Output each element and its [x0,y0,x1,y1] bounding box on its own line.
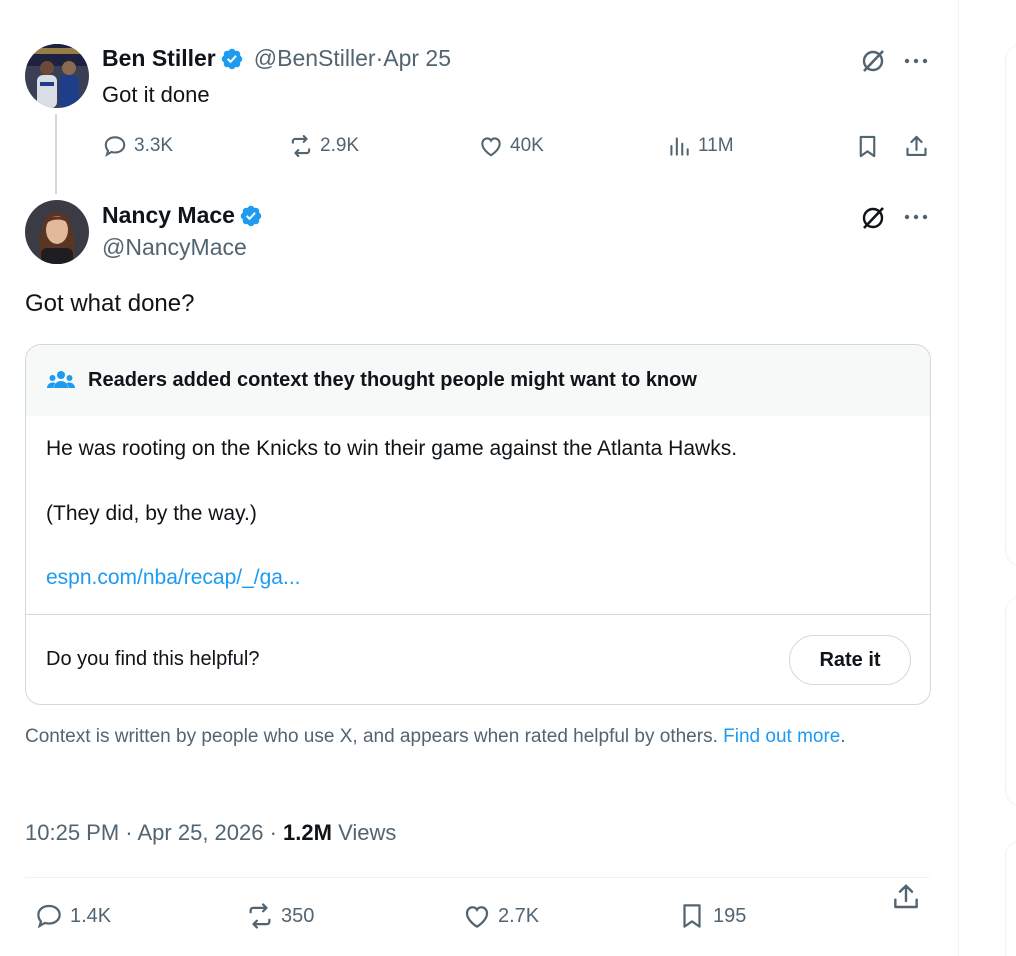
like-count: 2.7K [498,904,540,927]
main-author-row: Nancy Mace [102,202,263,229]
sidebar-card [1005,840,1016,956]
parent-repost-button[interactable]: 2.9K [288,133,359,159]
helpful-question: Do you find this helpful? [46,648,260,670]
tweet-views-count: 1.2M [283,820,332,845]
right-sidebar [959,0,1016,956]
analytics-icon [670,137,689,156]
repost-count: 350 [281,904,315,927]
parent-author-name[interactable]: Ben Stiller [102,45,216,72]
parent-reply-count: 3.3K [134,135,174,156]
heart-icon [465,906,489,928]
reply-button[interactable]: 1.4K [34,901,111,931]
bookmark-button[interactable]: 195 [677,901,746,931]
parent-separator: · [375,45,384,71]
bookmark-icon [683,904,701,928]
like-button[interactable]: 2.7K [462,901,539,931]
sidebar-card [1005,596,1016,806]
context-disclaimer: Context is written by people who use X, … [25,724,915,750]
repost-icon [291,135,311,157]
verified-badge-icon [240,205,262,226]
share-icon[interactable] [890,881,922,913]
bookmark-icon[interactable] [854,133,881,160]
tweet-timestamp[interactable]: 10:25 PM · Apr 25, 2026 · [25,820,283,845]
parent-like-button[interactable]: 40K [478,133,544,159]
more-options-icon[interactable] [901,46,931,76]
grok-icon[interactable] [858,203,888,233]
parent-like-count: 40K [510,135,544,156]
sidebar-card [1005,44,1016,566]
disclaimer-period: . [840,726,846,747]
tweet-meta: 10:25 PM · Apr 25, 2026 · 1.2M Views [25,820,396,846]
parent-date[interactable]: Apr 25 [383,45,451,72]
nancy-mace-avatar[interactable] [25,200,89,264]
parent-views-button[interactable]: 11M [666,133,734,159]
parent-repost-count: 2.9K [320,135,360,156]
bookmark-count: 195 [713,904,747,927]
community-note-title: Readers added context they thought peopl… [88,369,697,391]
main-author-name[interactable]: Nancy Mace [102,202,235,229]
more-options-icon[interactable] [901,202,931,232]
parent-author-handle[interactable]: @BenStiller [254,45,376,72]
parent-author-row: Ben Stiller @BenStiller · Apr 25 [102,45,451,72]
community-note-card: Readers added context they thought peopl… [25,344,931,705]
parent-reply-button[interactable]: 3.3K [102,133,173,159]
note-divider [26,614,930,615]
actions-divider [25,877,930,878]
tweet-views-label: Views [331,820,397,845]
parent-view-count: 11M [698,135,734,156]
repost-icon [249,903,271,929]
rate-it-button[interactable]: Rate it [789,635,911,685]
reply-count: 1.4K [70,904,112,927]
note-text-line-2: (They did, by the way.) [46,502,257,525]
ben-stiller-avatar[interactable] [25,44,89,108]
main-author-handle[interactable]: @NancyMace [102,234,247,261]
reply-icon [104,136,126,157]
disclaimer-text: Context is written by people who use X, … [25,726,718,747]
thread-connector [55,114,57,194]
verified-badge-icon [221,48,243,69]
share-icon[interactable] [903,133,930,160]
parent-tweet-text: Got it done [102,82,210,107]
note-source-link[interactable]: espn.com/nba/recap/_/ga... [46,566,301,590]
community-note-header: Readers added context they thought peopl… [26,345,930,416]
main-tweet-text: Got what done? [25,290,195,317]
reply-icon [37,904,61,929]
people-icon [47,370,75,388]
grok-icon[interactable] [858,46,888,76]
find-out-more-link[interactable]: Find out more [723,726,840,747]
note-text-line-1: He was rooting on the Knicks to win thei… [46,437,738,460]
repost-button[interactable]: 350 [245,901,314,931]
heart-icon [481,137,501,157]
tweet-detail: Ben Stiller @BenStiller · Apr 25 Got it … [0,0,958,956]
